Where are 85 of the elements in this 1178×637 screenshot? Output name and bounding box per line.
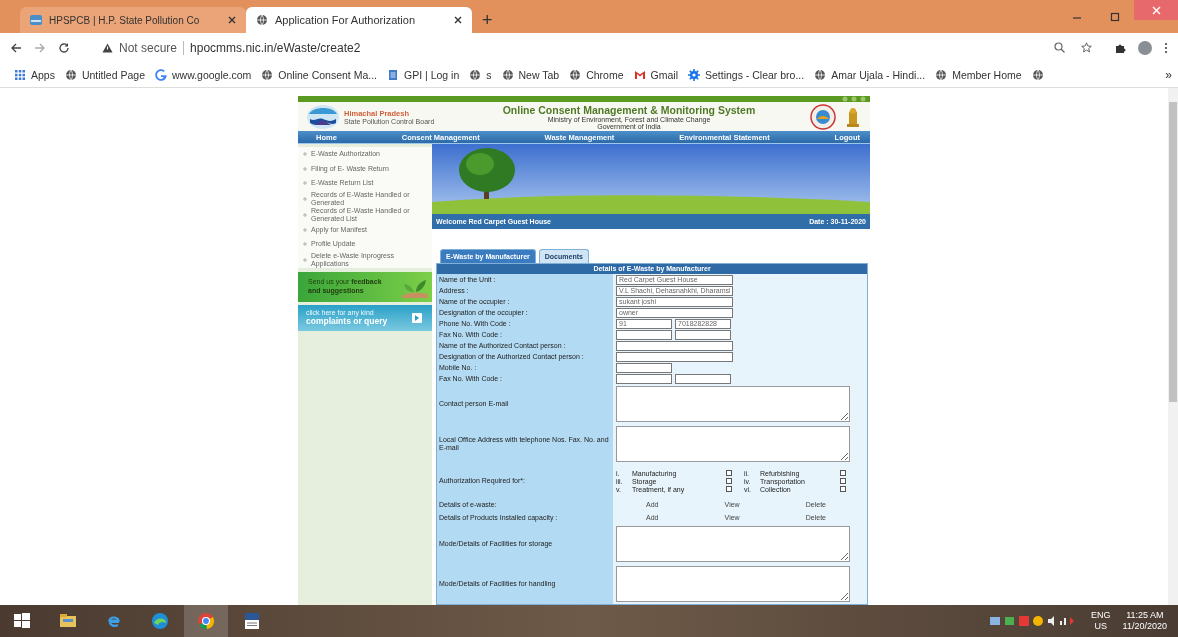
- bullet-icon: [303, 257, 307, 262]
- globe-icon: [935, 68, 948, 81]
- arrow-square-icon: [412, 312, 422, 323]
- reload-icon[interactable]: [58, 41, 70, 54]
- checkbox[interactable]: [726, 478, 732, 484]
- input-field[interactable]: [616, 373, 672, 384]
- clock[interactable]: 11:25 AM 11/20/2020: [1117, 610, 1172, 632]
- globe-icon: [814, 68, 827, 81]
- security-label: Not secure: [119, 40, 178, 55]
- globe-icon: [256, 14, 268, 26]
- checkbox[interactable]: [840, 470, 846, 476]
- back-icon[interactable]: [10, 41, 22, 54]
- close-icon: [1151, 5, 1161, 15]
- globe-icon: [261, 68, 274, 81]
- bullet-icon: [303, 242, 307, 247]
- tab-title: Application For Authorization: [275, 14, 417, 26]
- bookmark[interactable]: GPI | Log in: [387, 68, 460, 81]
- bookmark[interactable]: Amar Ujala - Hindi...: [814, 68, 926, 81]
- site-logo-icon: [30, 14, 42, 26]
- scrollbar[interactable]: [1168, 88, 1178, 605]
- checkbox[interactable]: [726, 486, 732, 492]
- document-icon: [387, 68, 399, 81]
- address-bar[interactable]: Not secure hpocmms.nic.in/eWaste/create2: [82, 36, 1102, 59]
- avatar-icon[interactable]: [1138, 40, 1152, 55]
- input-field[interactable]: [616, 340, 733, 351]
- globe-icon: [569, 68, 582, 81]
- language-indicator[interactable]: ENG US: [1086, 610, 1116, 632]
- bullet-icon: [303, 152, 307, 157]
- bookmark[interactable]: s: [469, 68, 492, 81]
- new-tab-button[interactable]: +: [472, 7, 503, 33]
- text-area[interactable]: [616, 526, 850, 562]
- maximize-icon[interactable]: [1110, 11, 1120, 22]
- bookmark[interactable]: Untitled Page: [64, 68, 145, 81]
- bookmark[interactable]: Chrome: [569, 68, 624, 81]
- globe-icon: [1031, 68, 1044, 81]
- bullet-icon: [303, 166, 307, 171]
- bookmark[interactable]: Gmail: [633, 68, 678, 81]
- bullet-icon: [303, 227, 307, 232]
- bookmark[interactable]: Online Consent Ma...: [261, 68, 377, 81]
- text-area[interactable]: [616, 386, 850, 422]
- edge-icon[interactable]: [150, 611, 170, 631]
- bullet-icon: [303, 196, 307, 201]
- zoom-icon[interactable]: [1054, 42, 1065, 53]
- document-w-icon[interactable]: [242, 611, 262, 631]
- globe-icon: [64, 68, 77, 81]
- complaint-text: complaints or query: [306, 316, 388, 327]
- mail-icon: [633, 68, 646, 81]
- globe-icon: [469, 68, 482, 81]
- settings-icon: [687, 68, 700, 81]
- star-icon[interactable]: [1081, 42, 1092, 53]
- tray-icons[interactable]: [990, 615, 1075, 627]
- board-logo-icon: [306, 103, 340, 130]
- checkbox[interactable]: [726, 470, 732, 476]
- browser-tab[interactable]: HPSPCB | H.P. State Pollution Co: [20, 7, 246, 33]
- text-area[interactable]: [616, 426, 850, 462]
- bullet-icon: [303, 181, 307, 186]
- bookmark[interactable]: www.google.com: [155, 68, 252, 81]
- text-area[interactable]: [616, 566, 850, 602]
- checkbox[interactable]: [840, 486, 846, 492]
- input-field[interactable]: [675, 329, 731, 340]
- menu-icon[interactable]: [1164, 41, 1168, 54]
- tab-title: HPSPCB | H.P. State Pollution Co: [49, 14, 201, 26]
- chrome-icon[interactable]: [196, 611, 216, 631]
- site-title: Online Consent Management & Monitoring System: [501, 103, 757, 116]
- warning-icon: [102, 42, 113, 53]
- browser-tab[interactable]: Application For Authorization: [246, 7, 472, 33]
- google-icon: [155, 68, 167, 81]
- close-icon[interactable]: [228, 16, 236, 24]
- globe-icon: [501, 68, 514, 81]
- url-text: hpocmms.nic.in/eWaste/create2: [190, 40, 361, 55]
- input-field[interactable]: [675, 373, 731, 384]
- more-bookmarks[interactable]: »: [1165, 67, 1172, 82]
- input-field[interactable]: [616, 351, 733, 362]
- bullet-icon: [303, 212, 307, 217]
- apps-grid-icon: [14, 68, 26, 81]
- input-field[interactable]: [616, 362, 672, 373]
- close-icon[interactable]: [454, 16, 462, 24]
- bookmark[interactable]: Settings - Clear bro...: [687, 68, 805, 81]
- scrollbar-thumb[interactable]: [1169, 102, 1177, 402]
- bookmark[interactable]: New Tab: [501, 68, 560, 81]
- input-field[interactable]: [616, 329, 672, 340]
- windows-icon[interactable]: [12, 611, 32, 631]
- bookmark[interactable]: Apps: [14, 68, 55, 81]
- bookmark[interactable]: Member Home: [935, 68, 1022, 81]
- checkbox[interactable]: [840, 478, 846, 484]
